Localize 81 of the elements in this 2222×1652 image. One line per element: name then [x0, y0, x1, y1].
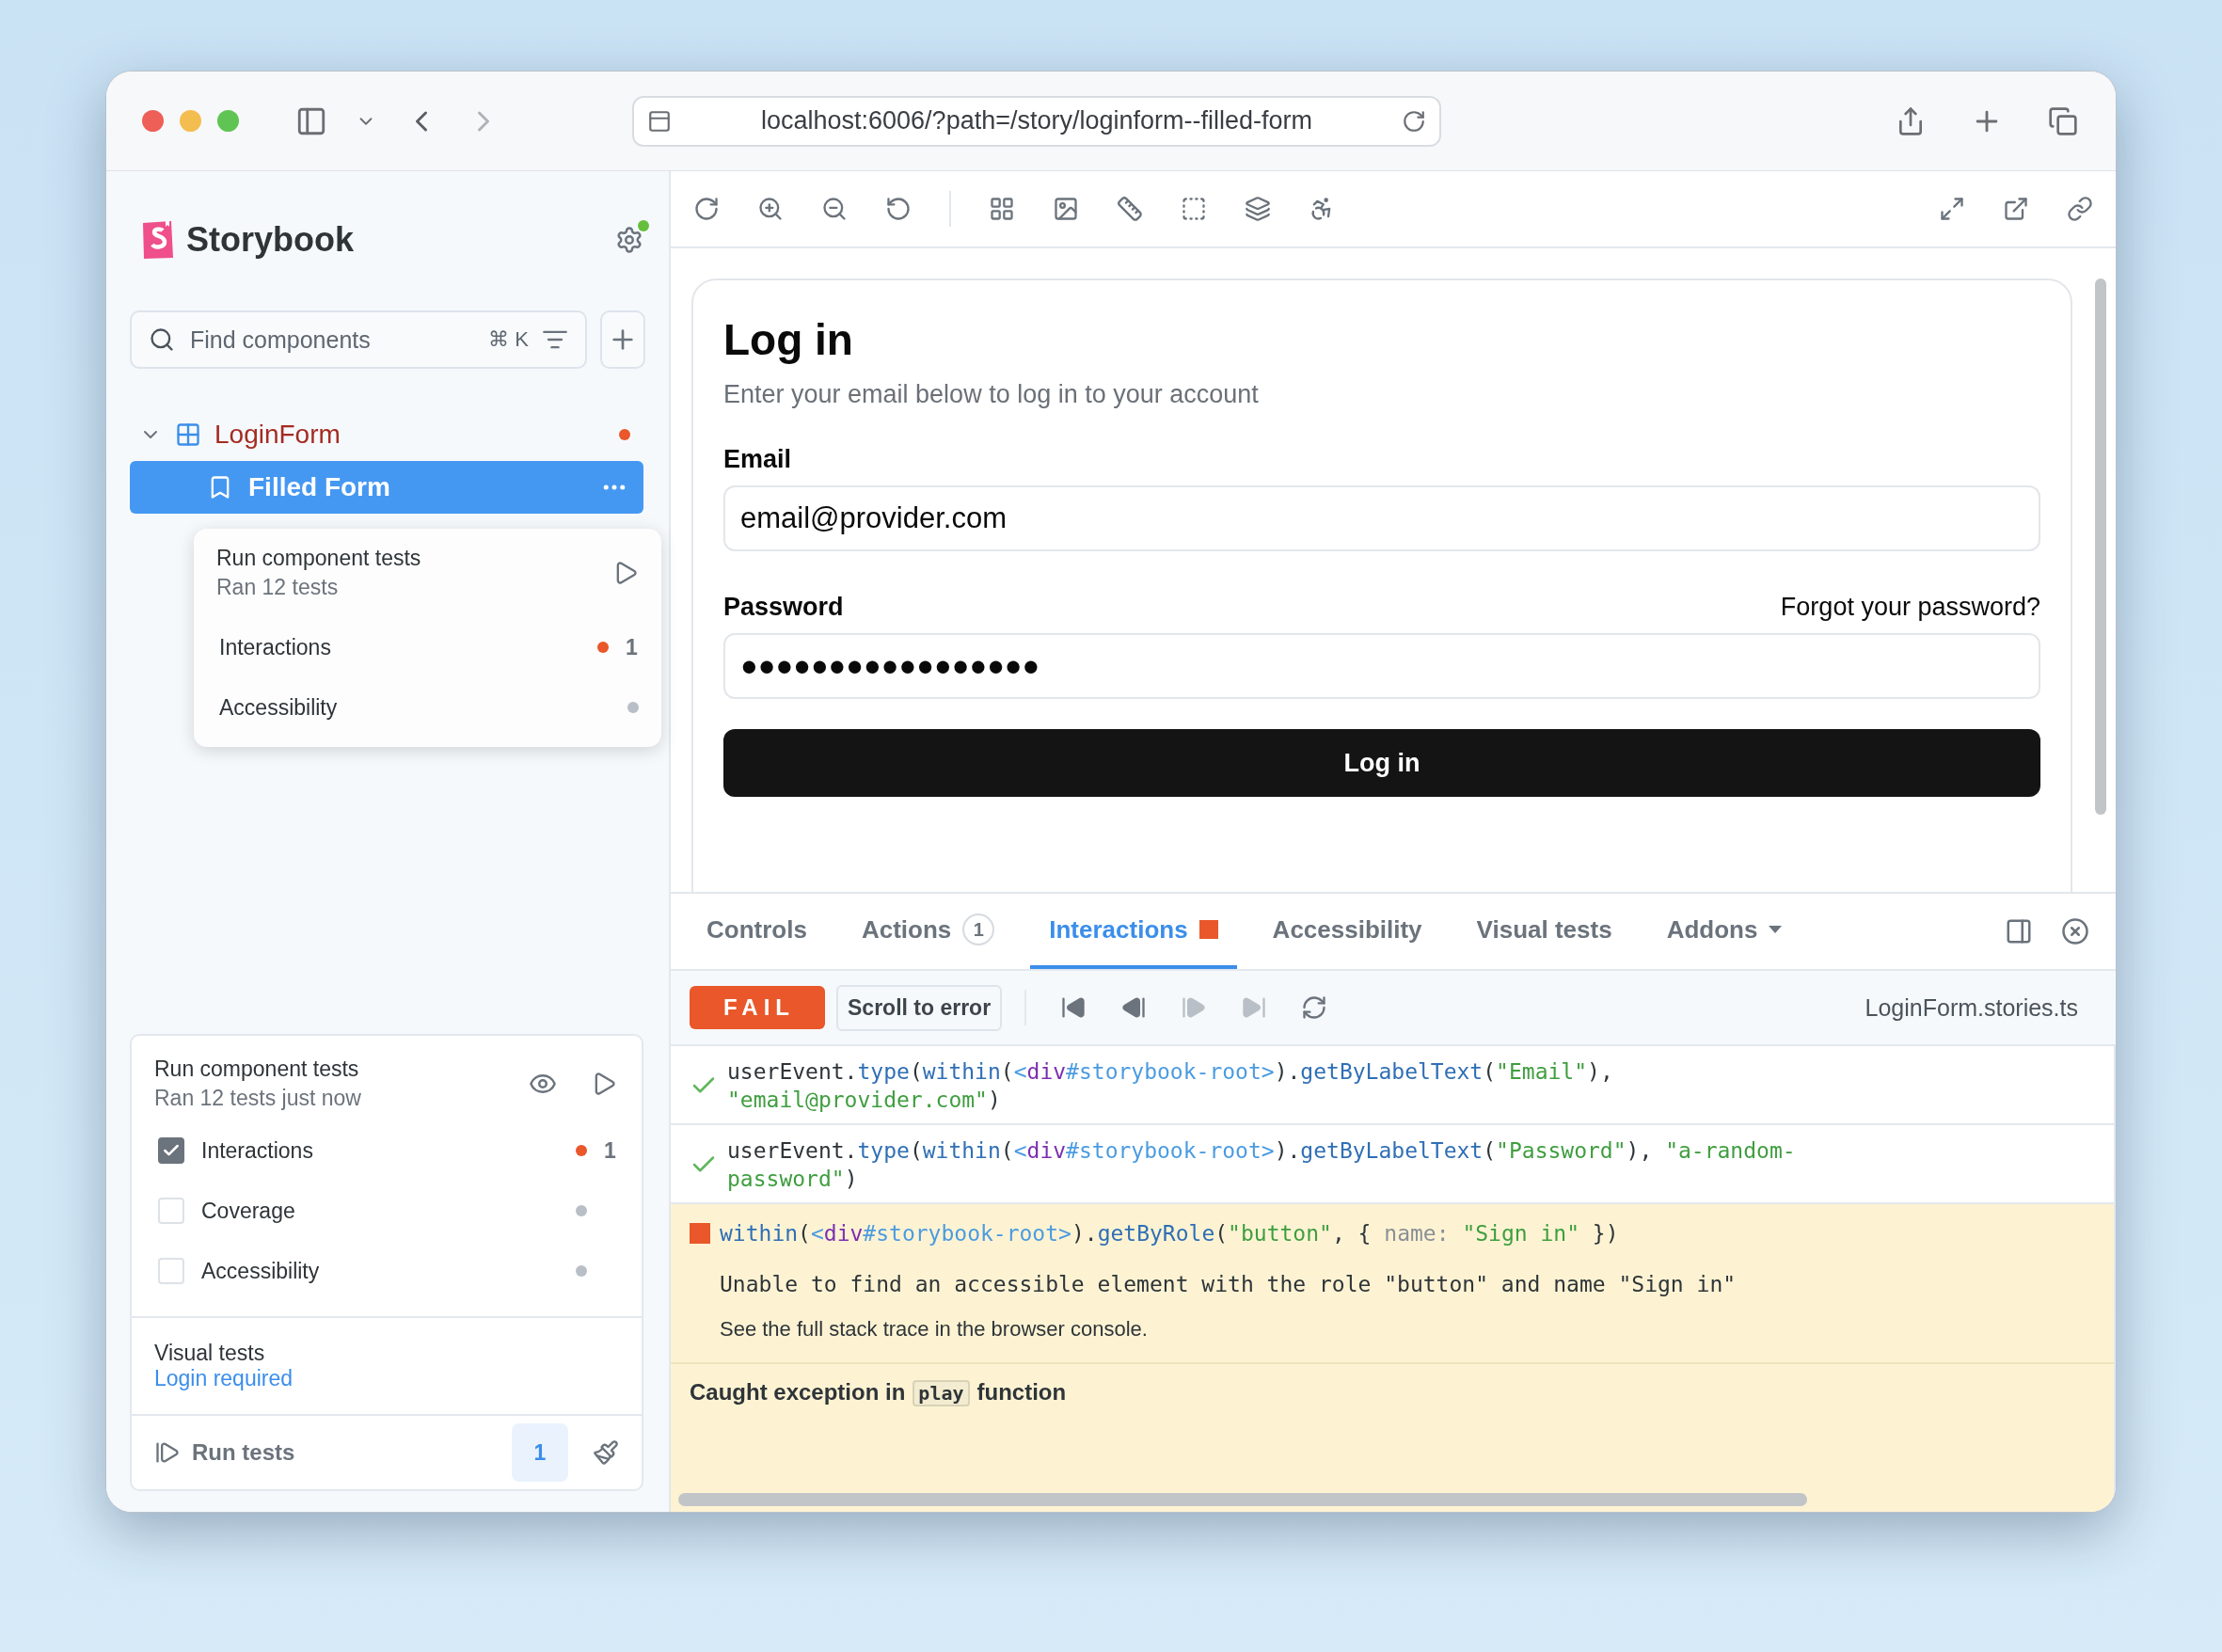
step-back-icon[interactable]	[1120, 994, 1148, 1021]
count-badge: 1	[512, 1423, 568, 1482]
field-label: Email	[723, 445, 792, 474]
zoom-in-icon[interactable]	[757, 196, 784, 222]
panel-tab[interactable]: Addons	[1647, 894, 1801, 969]
panel-tab[interactable]: Accessibility	[1253, 894, 1441, 969]
search-field[interactable]: Find components ⌘ K	[130, 310, 587, 369]
error-message: Unable to find an accessible element with the role "button" and name "Sign in"	[720, 1272, 1738, 1296]
scrollbar[interactable]	[2095, 278, 2106, 815]
brand-title: Storybook	[186, 220, 354, 260]
code-line: within(<div#storybook-root>).getByRole("button", { name: "Sign in" })	[720, 1220, 1620, 1247]
login-button[interactable]: Log in	[723, 729, 2040, 797]
play-icon	[154, 1439, 181, 1466]
popover-title: Run component tests	[216, 546, 422, 571]
field-label: Password	[723, 593, 844, 622]
file-name: LoginForm.stories.ts	[1865, 993, 2078, 1022]
scroll-to-error-button[interactable]: Scroll to error	[836, 984, 1003, 1031]
page-icon	[647, 108, 672, 134]
code-line: userEvent.type(within(<div#storybook-root>).getByLabelText("Password"), "a-random-	[727, 1137, 1797, 1165]
fail-status: FAIL	[690, 986, 825, 1029]
tree-item[interactable]: LoginForm	[130, 408, 643, 461]
popover-subtitle: Ran 12 tests	[216, 575, 340, 600]
test-type-label: Interactions	[201, 1137, 314, 1164]
exception-heading: Caught exception in play function	[690, 1379, 1067, 1405]
visual-tests-title: Visual tests	[154, 1341, 266, 1366]
test-type-label: Coverage	[201, 1198, 296, 1224]
card-description: Enter your email below to log in to your account	[723, 380, 1260, 409]
failure-count: 1	[626, 634, 639, 660]
input-field[interactable]: email@provider.com	[723, 485, 2040, 551]
ruler-icon[interactable]	[1117, 196, 1143, 222]
grid-icon[interactable]	[989, 196, 1015, 222]
error-hint: See the full stack trace in the browser console.	[720, 1317, 1149, 1342]
code-line: userEvent.type(within(<div#storybook-root>).getByLabelText("Email"),	[727, 1058, 1614, 1086]
forgot-password-link[interactable]: Forgot your password?	[1780, 593, 2040, 622]
image-icon[interactable]	[1053, 196, 1079, 222]
panel-subtitle: Ran 12 tests just now	[154, 1086, 362, 1111]
panel-layout-icon[interactable]	[2005, 917, 2033, 945]
tree-item-label: LoginForm	[214, 420, 341, 450]
panel-tab[interactable]: Visual tests	[1457, 894, 1631, 969]
address-bar[interactable]: localhost:6006/?path=/story/loginform--filled-form	[632, 95, 1441, 147]
failure-count: 1	[604, 1137, 617, 1164]
close-window-button[interactable]	[142, 110, 164, 132]
run-tests-button[interactable]: Run tests	[154, 1439, 500, 1466]
reset-zoom-icon[interactable]	[885, 196, 912, 222]
fail-icon	[690, 1223, 710, 1244]
card-title: Log in	[723, 314, 854, 365]
brush-icon[interactable]	[593, 1439, 619, 1466]
fullscreen-icon[interactable]	[1939, 196, 1965, 222]
test-type-label: Interactions	[218, 634, 332, 660]
input-field[interactable]: ●●●●●●●●●●●●●●●●●	[723, 633, 2040, 699]
keyboard-shortcut: ⌘ K	[488, 327, 529, 352]
tabs-overview-icon[interactable]	[2048, 105, 2078, 136]
rerun-icon[interactable]	[1301, 994, 1328, 1021]
outline-icon[interactable]	[1181, 196, 1207, 222]
component-icon	[175, 421, 201, 448]
zoom-out-icon[interactable]	[821, 196, 848, 222]
dropdown-caret-icon	[1769, 926, 1783, 933]
link-icon[interactable]	[2067, 196, 2093, 222]
panel-title: Run component tests	[154, 1056, 360, 1082]
reload-icon[interactable]	[693, 196, 720, 222]
search-input[interactable]: Find components	[188, 325, 476, 355]
code-line: "email@provider.com")	[727, 1087, 1002, 1114]
open-new-tab-icon[interactable]	[2003, 196, 2029, 222]
update-indicator	[638, 220, 649, 231]
panel-tab[interactable]: Actions 1	[842, 894, 1014, 969]
scrollbar[interactable]	[678, 1493, 1807, 1506]
interaction-step[interactable]: within(<div#storybook-root>).getByRole("button", { name: "Sign in" }) Unable to find an accessible element with the role "button" and name "Sign in" See the full stack trace in the browser console.	[671, 1204, 2114, 1364]
search-icon	[149, 326, 175, 353]
count-badge: 1	[962, 913, 995, 945]
url-text: localhost:6006/?path=/story/loginform--filled-form	[760, 106, 1313, 135]
storybook-logo-icon	[141, 220, 175, 260]
test-type-label: Accessibility	[201, 1258, 321, 1284]
reload-icon[interactable]	[1402, 108, 1426, 134]
settings-icon[interactable]	[615, 226, 643, 254]
panel-tab[interactable]: Controls	[688, 894, 826, 969]
checkbox[interactable]	[158, 1137, 184, 1164]
code-line: password")	[727, 1166, 859, 1193]
test-type-label: Accessibility	[218, 694, 339, 721]
layers-icon[interactable]	[1245, 196, 1271, 222]
add-button[interactable]	[600, 310, 645, 369]
close-icon[interactable]	[2061, 917, 2089, 945]
